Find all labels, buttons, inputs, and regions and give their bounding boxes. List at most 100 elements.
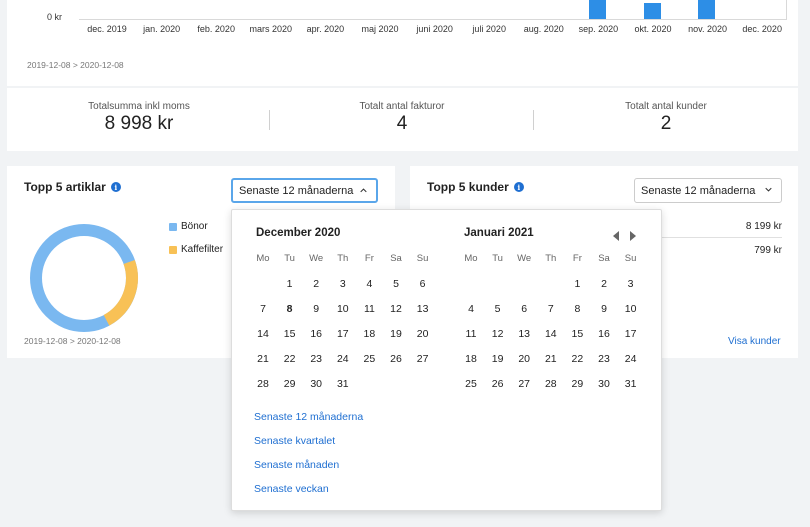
right-month-title: Januari 2021 bbox=[464, 227, 534, 239]
calendar-day[interactable]: 1 bbox=[277, 278, 303, 290]
calendar-day[interactable]: 4 bbox=[356, 278, 382, 290]
calendar-day[interactable]: 2 bbox=[303, 278, 329, 290]
bar-sep-2020[interactable] bbox=[589, 0, 606, 19]
x-axis-month-label: dec. 2020 bbox=[742, 24, 782, 34]
bar-okt-2020[interactable] bbox=[644, 3, 661, 19]
stat-total-label: Totalsumma inkl moms bbox=[88, 101, 190, 112]
x-axis-month-label: dec. 2019 bbox=[87, 24, 127, 34]
legend-swatch bbox=[169, 222, 177, 231]
top-customers-period-select[interactable]: Senaste 12 månaderna bbox=[634, 178, 782, 203]
calendar-day[interactable]: 24 bbox=[618, 353, 644, 365]
calendar-day[interactable]: 9 bbox=[591, 303, 617, 315]
calendar-day[interactable]: 30 bbox=[303, 378, 329, 390]
info-icon[interactable]: i bbox=[110, 182, 121, 192]
calendar-day[interactable]: 7 bbox=[538, 303, 564, 315]
top-articles-title-text: Topp 5 artiklar bbox=[24, 180, 106, 194]
show-customers-link[interactable]: Visa kunder bbox=[728, 336, 781, 347]
bar-nov-2020[interactable] bbox=[698, 0, 715, 19]
calendar-day[interactable]: 11 bbox=[356, 303, 382, 315]
top-customers-title-text: Topp 5 kunder bbox=[427, 180, 509, 194]
weekday-label: Fr bbox=[364, 253, 374, 264]
preset-last-quarter[interactable]: Senaste kvartalet bbox=[254, 435, 335, 447]
divider bbox=[269, 110, 270, 130]
calendar-day[interactable]: 27 bbox=[511, 378, 537, 390]
calendar-day[interactable]: 17 bbox=[618, 328, 644, 340]
calendar-day[interactable]: 23 bbox=[591, 353, 617, 365]
articles-date-range: 2019-12-08 > 2020-12-08 bbox=[24, 336, 121, 346]
calendar-day[interactable]: 20 bbox=[511, 353, 537, 365]
calendar-day[interactable]: 19 bbox=[485, 353, 511, 365]
calendar-day[interactable]: 8 bbox=[564, 303, 590, 315]
summary-card: Totalsumma inkl moms 8 998 kr Totalt ant… bbox=[7, 88, 798, 151]
calendar-day[interactable]: 23 bbox=[303, 353, 329, 365]
calendar-day[interactable]: 9 bbox=[303, 303, 329, 315]
date-range-picker: December 2020 Januari 2021 Mo Tu We Th Fr Sa S… bbox=[231, 209, 662, 511]
top-customers-title: Topp 5 kunder i bbox=[427, 180, 524, 194]
weekday-label: We bbox=[309, 253, 324, 264]
calendar-day[interactable]: 25 bbox=[458, 378, 484, 390]
next-month-icon[interactable] bbox=[630, 231, 636, 241]
calendar-day[interactable]: 28 bbox=[538, 378, 564, 390]
select-value: Senaste 12 månaderna bbox=[641, 184, 756, 197]
calendar-day[interactable]: 6 bbox=[410, 278, 436, 290]
calendar-day[interactable]: 14 bbox=[250, 328, 276, 340]
calendar-day[interactable]: 8 bbox=[277, 303, 303, 315]
calendar-day[interactable]: 31 bbox=[330, 378, 356, 390]
calendar-day[interactable]: 30 bbox=[591, 378, 617, 390]
calendar-day[interactable]: 26 bbox=[383, 353, 409, 365]
calendar-day[interactable]: 7 bbox=[250, 303, 276, 315]
top-articles-period-select[interactable]: Senaste 12 månaderna bbox=[231, 178, 378, 203]
x-axis-month-label: aug. 2020 bbox=[523, 24, 564, 34]
preset-last-week[interactable]: Senaste veckan bbox=[254, 483, 329, 495]
calendar-day[interactable]: 22 bbox=[564, 353, 590, 365]
calendar-day[interactable]: 2 bbox=[591, 278, 617, 290]
calendar-day[interactable]: 15 bbox=[564, 328, 590, 340]
x-axis-month-label: juni 2020 bbox=[416, 24, 453, 34]
articles-donut-chart[interactable] bbox=[28, 222, 140, 334]
calendar-day[interactable]: 21 bbox=[538, 353, 564, 365]
calendar-day[interactable]: 10 bbox=[618, 303, 644, 315]
calendar-day[interactable]: 12 bbox=[485, 328, 511, 340]
calendar-day[interactable]: 15 bbox=[277, 328, 303, 340]
calendar-day[interactable]: 18 bbox=[356, 328, 382, 340]
calendar-day[interactable]: 21 bbox=[250, 353, 276, 365]
preset-last-12-months[interactable]: Senaste 12 månaderna bbox=[254, 411, 363, 423]
calendar-day[interactable]: 5 bbox=[383, 278, 409, 290]
info-icon[interactable]: i bbox=[513, 182, 524, 192]
preset-last-month[interactable]: Senaste månaden bbox=[254, 459, 339, 471]
donut-slice-kaffefilter[interactable] bbox=[103, 260, 138, 326]
calendar-day[interactable]: 10 bbox=[330, 303, 356, 315]
calendar-day[interactable]: 3 bbox=[330, 278, 356, 290]
calendar-day[interactable]: 5 bbox=[485, 303, 511, 315]
calendar-day[interactable]: 20 bbox=[410, 328, 436, 340]
legend-item: Bönor bbox=[169, 221, 208, 232]
x-axis-month-label: nov. 2020 bbox=[688, 24, 728, 34]
stat-invoices-label: Totalt antal fakturor bbox=[359, 101, 445, 112]
calendar-day[interactable]: 17 bbox=[330, 328, 356, 340]
calendar-day[interactable]: 3 bbox=[618, 278, 644, 290]
calendar-day[interactable]: 16 bbox=[591, 328, 617, 340]
calendar-day[interactable]: 26 bbox=[485, 378, 511, 390]
calendar-day[interactable]: 11 bbox=[458, 328, 484, 340]
calendar-day[interactable]: 31 bbox=[618, 378, 644, 390]
calendar-day[interactable]: 14 bbox=[538, 328, 564, 340]
calendar-day[interactable]: 16 bbox=[303, 328, 329, 340]
calendar-day[interactable]: 4 bbox=[458, 303, 484, 315]
calendar-day[interactable]: 28 bbox=[250, 378, 276, 390]
prev-month-icon[interactable] bbox=[613, 231, 619, 241]
calendar-day[interactable]: 29 bbox=[277, 378, 303, 390]
calendar-day[interactable]: 19 bbox=[383, 328, 409, 340]
legend-label: Kaffefilter bbox=[181, 244, 224, 255]
calendar-day[interactable]: 27 bbox=[410, 353, 436, 365]
calendar-day[interactable]: 22 bbox=[277, 353, 303, 365]
calendar-day[interactable]: 1 bbox=[564, 278, 590, 290]
calendar-day[interactable]: 25 bbox=[356, 353, 382, 365]
calendar-day[interactable]: 24 bbox=[330, 353, 356, 365]
calendar-day[interactable]: 12 bbox=[383, 303, 409, 315]
calendar-day[interactable]: 13 bbox=[511, 328, 537, 340]
calendar-day[interactable]: 29 bbox=[564, 378, 590, 390]
calendar-day[interactable]: 13 bbox=[410, 303, 436, 315]
calendar-day[interactable]: 6 bbox=[511, 303, 537, 315]
calendar-day[interactable]: 18 bbox=[458, 353, 484, 365]
x-axis-month-label: jan. 2020 bbox=[143, 24, 181, 34]
